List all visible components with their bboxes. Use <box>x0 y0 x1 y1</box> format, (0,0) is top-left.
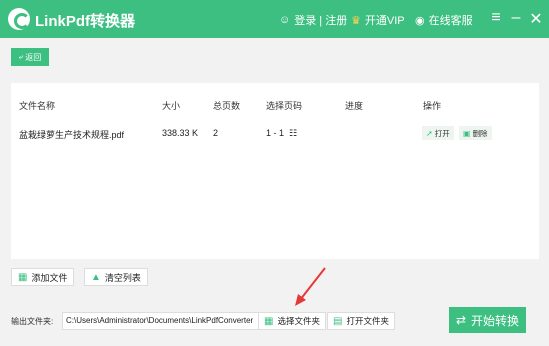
service-link[interactable]: ◉ 在线客服 <box>415 12 473 28</box>
folder-icon: ▦ <box>264 315 274 327</box>
open-file-button[interactable]: ➚ 打开 <box>422 126 454 140</box>
file-name: 盆栽绿萝生产技术规程.pdf <box>19 130 125 140</box>
add-file-label: 添加文件 <box>31 272 68 283</box>
output-folder-label: 输出文件夹: <box>11 317 54 326</box>
login-link[interactable]: ☺ 登录 | 注册 <box>279 12 347 28</box>
login-label: 登录 | 注册 <box>294 15 348 27</box>
back-label: 返回 <box>25 52 42 62</box>
file-size: 338.33 K <box>162 128 199 138</box>
delete-file-button[interactable]: ▣ 删除 <box>459 126 492 140</box>
crown-icon: ♛ <box>351 14 361 27</box>
file-list-panel: 文件名称 大小 总页数 选择页码 进度 操作 盆栽绿萝生产技术规程.pdf 33… <box>11 83 539 259</box>
delete-label: 删除 <box>472 128 488 138</box>
app-logo-icon <box>8 8 30 30</box>
page-range[interactable]: 1 - 1 <box>266 128 284 138</box>
open-folder-icon: ▤ <box>333 315 343 327</box>
vip-link[interactable]: ♛ 开通VIP <box>351 12 405 28</box>
column-header-pages: 总页数 <box>213 101 241 111</box>
close-icon[interactable]: ✕ <box>528 9 544 29</box>
minimize-icon[interactable]: – <box>508 9 524 27</box>
clear-icon: ▲ <box>91 271 101 283</box>
open-label: 打开 <box>434 128 450 138</box>
title-bar: LinkPdf转换器 ☺ 登录 | 注册 ♛ 开通VIP ◉ 在线客服 ≡ – … <box>0 0 549 38</box>
column-header-range: 选择页码 <box>266 101 303 111</box>
vip-label: 开通VIP <box>364 15 405 27</box>
support-icon: ◉ <box>415 14 425 27</box>
convert-arrows-icon: ⇄ <box>455 313 467 327</box>
column-header-name: 文件名称 <box>19 101 56 111</box>
start-label: 开始转换 <box>471 313 520 328</box>
clear-list-label: 清空列表 <box>104 272 141 283</box>
back-arrow-icon: ⤶ <box>18 52 24 61</box>
start-convert-button[interactable]: ⇄ 开始转换 <box>449 307 526 333</box>
clear-list-button[interactable]: ▲ 清空列表 <box>84 268 148 286</box>
column-header-actions: 操作 <box>423 101 442 111</box>
edit-range-icon[interactable]: ☷ <box>289 128 297 139</box>
column-header-size: 大小 <box>162 101 181 111</box>
trash-icon: ▣ <box>463 128 471 138</box>
open-folder-label: 打开文件夹 <box>346 316 389 326</box>
open-folder-button[interactable]: ▤ 打开文件夹 <box>327 312 395 330</box>
column-header-progress: 进度 <box>345 101 364 111</box>
user-icon: ☺ <box>279 14 291 26</box>
file-pages: 2 <box>213 128 219 138</box>
back-button[interactable]: ⤶ 返回 <box>11 48 49 66</box>
menu-icon[interactable]: ≡ <box>488 9 504 27</box>
app-title: LinkPdf转换器 <box>35 13 135 30</box>
add-file-button[interactable]: ▦ 添加文件 <box>11 268 75 286</box>
choose-folder-button[interactable]: ▦ 选择文件夹 <box>258 312 326 330</box>
add-folder-icon: ▦ <box>18 271 28 283</box>
service-label: 在线客服 <box>428 15 473 27</box>
output-path-field[interactable]: C:\Users\Administrator\Documents\LinkPdf… <box>62 312 259 330</box>
open-arrow-icon: ➚ <box>426 128 433 138</box>
choose-folder-label: 选择文件夹 <box>277 316 320 326</box>
